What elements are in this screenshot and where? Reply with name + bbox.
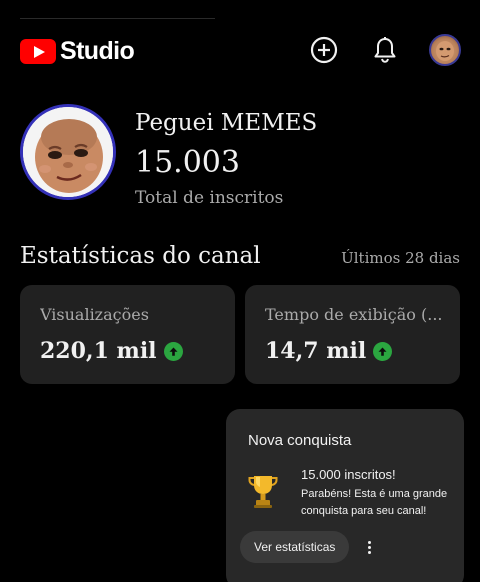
face-icon [436,41,454,61]
create-icon [310,36,338,64]
view-stats-button[interactable]: Ver estatísticas [240,531,350,563]
channel-name: Peguei MEMES [135,110,318,136]
stat-label: Tempo de exibição (... [265,305,443,324]
views-stat-card[interactable]: Visualizações 220,1 mil [20,285,235,384]
trend-up-icon [373,341,393,361]
stat-label: Visualizações [40,305,149,324]
achievement-card: Nova conquista 15.000 inscritos! Parabén… [226,409,464,582]
studio-logo[interactable]: Studio [20,37,135,66]
youtube-logo-icon [20,39,56,64]
channel-stats-title: Estatísticas do canal [20,243,261,269]
create-button[interactable] [309,35,339,65]
stats-period: Últimos 28 dias [341,249,460,267]
channel-avatar[interactable] [20,104,116,200]
subscriber-label: Total de inscritos [135,188,284,208]
app-bar: Studio [0,26,480,74]
subscriber-count: 15.003 [135,145,240,180]
achievement-title: 15.000 inscritos! [301,467,396,482]
account-avatar[interactable] [429,34,461,66]
stat-value: 14,7 mil [265,338,367,364]
notifications-bell-icon [374,37,396,63]
notifications-button[interactable] [370,35,400,65]
achievement-heading: Nova conquista [248,432,352,449]
stat-value: 220,1 mil [40,338,157,364]
more-options-icon[interactable] [362,535,376,559]
achievement-description: Parabéns! Esta é uma grande conquista pa… [301,488,448,517]
logo-text: Studio [60,37,135,65]
trend-up-icon [163,341,183,361]
trophy-icon [246,473,280,509]
channel-avatar-image [23,107,113,197]
top-divider [20,18,215,19]
watch-time-stat-card[interactable]: Tempo de exibição (... 14,7 mil [245,285,460,384]
